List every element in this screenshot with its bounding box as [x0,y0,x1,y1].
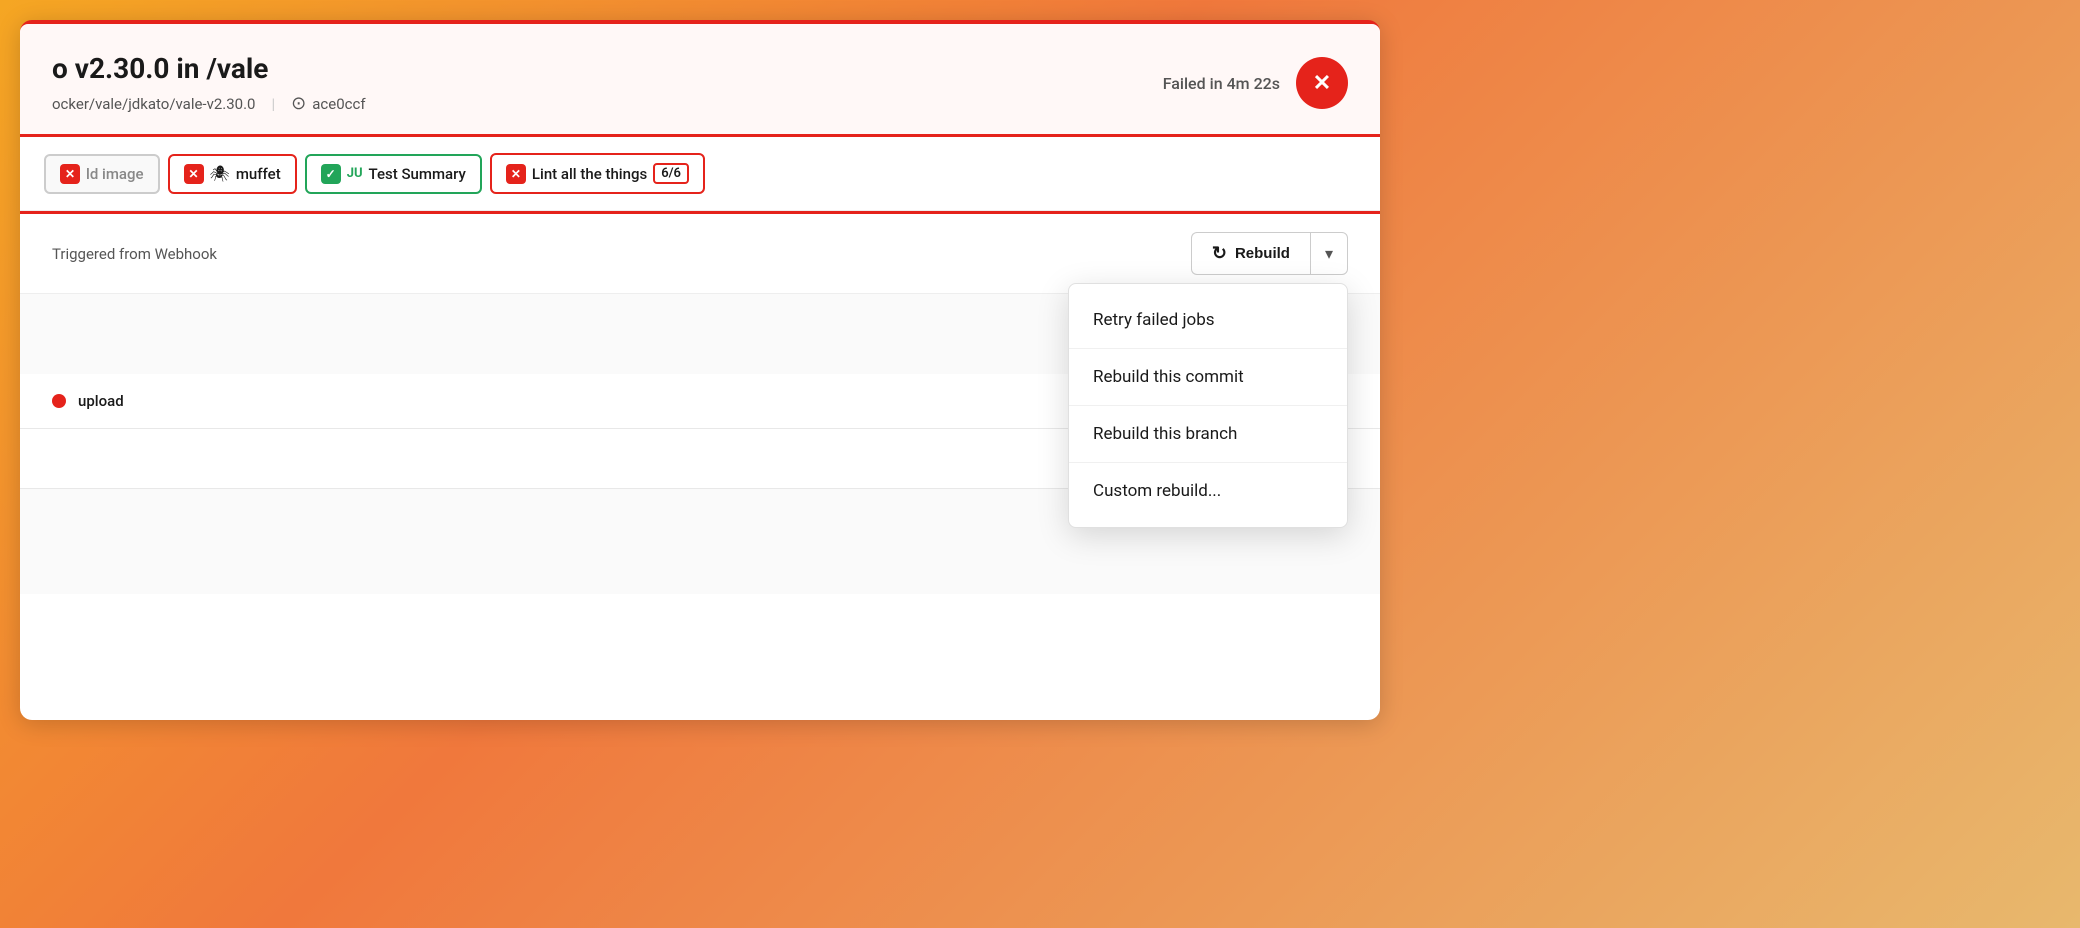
rebuild-label: Rebuild [1235,245,1290,262]
rebuild-icon: ↻ [1212,243,1227,264]
rebuild-button[interactable]: ↻ Rebuild [1191,232,1310,275]
rebuild-branch-label: Rebuild this branch [1093,424,1237,444]
job-name: upload [78,392,124,410]
tabs-bar: ✕ ld image ✕ 🕷 muffet ✓ JU Test Summary … [20,137,1380,211]
header: o v2.30.0 in /vale ocker/vale/jdkato/val… [20,24,1380,137]
tab-test-summary[interactable]: ✓ JU Test Summary [305,154,482,194]
tab-failed-icon: ✕ [506,164,526,184]
tab-label: Test Summary [369,165,466,183]
meta-divider: | [271,95,275,113]
trigger-bar: Triggered from Webhook ↻ Rebuild ▾ Retry… [20,214,1380,294]
tab-lint-all[interactable]: ✕ Lint all the things 6/6 [490,153,705,194]
job-status-dot [52,394,66,408]
retry-failed-label: Retry failed jobs [1093,310,1215,330]
tab-failed-icon: ✕ [184,164,204,184]
header-meta: ocker/vale/jdkato/vale-v2.30.0 | ⊙ ace0c… [52,93,366,114]
tab-muffet[interactable]: ✕ 🕷 muffet [168,154,297,194]
spider-icon: 🕷 [210,164,230,183]
trigger-text: Triggered from Webhook [52,245,217,263]
tab-label: Lint all the things [532,165,647,183]
close-icon: ✕ [1313,70,1331,96]
rebuild-commit-item[interactable]: Rebuild this commit [1069,349,1347,406]
commit-info: ⊙ ace0ccf [291,93,365,114]
header-right: Failed in 4m 22s ✕ [1163,57,1348,109]
tab-failed-icon: ✕ [60,164,80,184]
tab-passed-icon: ✓ [321,164,341,184]
close-button[interactable]: ✕ [1296,57,1348,109]
job-row-left: upload [52,392,124,410]
rebuild-branch-item[interactable]: Rebuild this branch [1069,406,1347,463]
custom-rebuild-label: Custom rebuild... [1093,481,1221,501]
github-icon: ⊙ [291,93,306,114]
rebuild-group: ↻ Rebuild ▾ [1191,232,1348,275]
tab-label: muffet [236,165,281,183]
rebuild-dropdown-menu: Retry failed jobs Rebuild this commit Re… [1068,283,1348,528]
chevron-down-icon: ▾ [1325,244,1333,264]
main-card: o v2.30.0 in /vale ocker/vale/jdkato/val… [20,20,1380,720]
status-badge: Failed in 4m 22s [1163,74,1280,93]
header-left: o v2.30.0 in /vale ocker/vale/jdkato/val… [52,52,366,114]
retry-failed-jobs-item[interactable]: Retry failed jobs [1069,292,1347,349]
rebuild-commit-label: Rebuild this commit [1093,367,1244,387]
junit-icon: JU [347,166,363,181]
tab-label: ld image [86,165,144,183]
commit-hash: ace0ccf [312,95,365,113]
tab-build-image[interactable]: ✕ ld image [44,154,160,194]
rebuild-dropdown-button[interactable]: ▾ [1310,232,1348,275]
page-title: o v2.30.0 in /vale [52,52,366,85]
tab-count-badge: 6/6 [653,163,689,184]
custom-rebuild-item[interactable]: Custom rebuild... [1069,463,1347,519]
pipeline-path: ocker/vale/jdkato/vale-v2.30.0 [52,95,255,113]
rebuild-wrapper: ↻ Rebuild ▾ Retry failed jobs Rebuild th… [1191,232,1348,275]
